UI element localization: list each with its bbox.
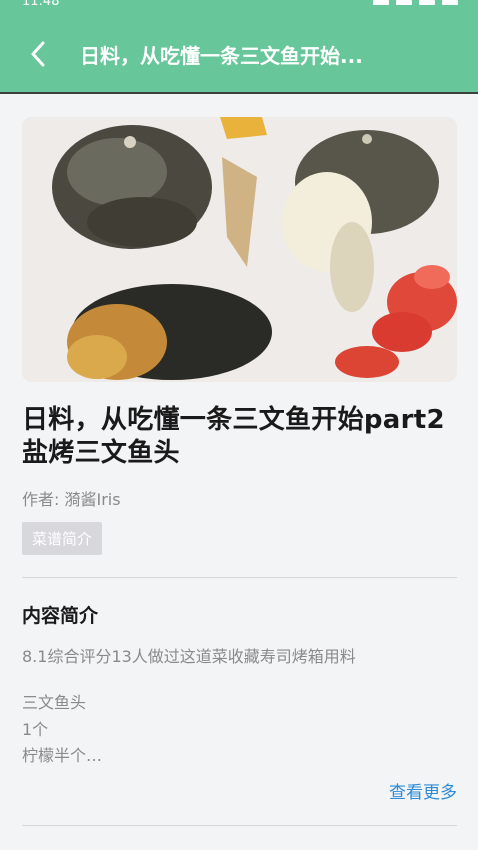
ingredient-line: 三文鱼头 bbox=[22, 693, 87, 712]
intro-heading: 内容简介 bbox=[22, 605, 99, 627]
signal-icon bbox=[396, 0, 412, 5]
back-button[interactable] bbox=[22, 36, 54, 72]
recipe-author[interactable]: 作者: 漪酱Iris bbox=[22, 486, 457, 510]
app-bar: 日料，从吃懂一条三文鱼开始... bbox=[0, 14, 478, 94]
status-time: 11:48 bbox=[22, 0, 60, 9]
status-icons bbox=[373, 0, 458, 5]
back-arrow-icon bbox=[31, 41, 45, 67]
status-bar: 11:48 bbox=[0, 0, 478, 14]
wifi-icon bbox=[419, 0, 435, 5]
view-more-link[interactable]: 查看更多 bbox=[389, 783, 457, 803]
recipe-intro-tag: 菜谱简介 bbox=[22, 522, 103, 555]
ingredient-line: 1个 bbox=[22, 719, 49, 739]
recipe-detail: 日料，从吃懂一条三文鱼开始part2盐烤三文鱼头 作者: 漪酱Iris 菜谱简介… bbox=[22, 117, 457, 826]
battery-icon bbox=[442, 0, 458, 5]
more-row: 查看更多 bbox=[22, 778, 457, 803]
recipe-title: 日料，从吃懂一条三文鱼开始part2盐烤三文鱼头 bbox=[22, 405, 445, 468]
page-title: 日料，从吃懂一条三文鱼开始... bbox=[80, 44, 363, 68]
recipe-photo bbox=[22, 117, 457, 382]
divider bbox=[22, 577, 457, 578]
ingredient-list: 三文鱼头 1个 柠檬半个… bbox=[22, 690, 457, 770]
divider bbox=[22, 824, 457, 826]
intro-summary: 8.1综合评分13人做过这道菜收藏寿司烤箱用料 bbox=[22, 647, 356, 666]
ingredient-line: 柠檬半个… bbox=[22, 746, 103, 765]
signal-icon bbox=[373, 0, 389, 5]
